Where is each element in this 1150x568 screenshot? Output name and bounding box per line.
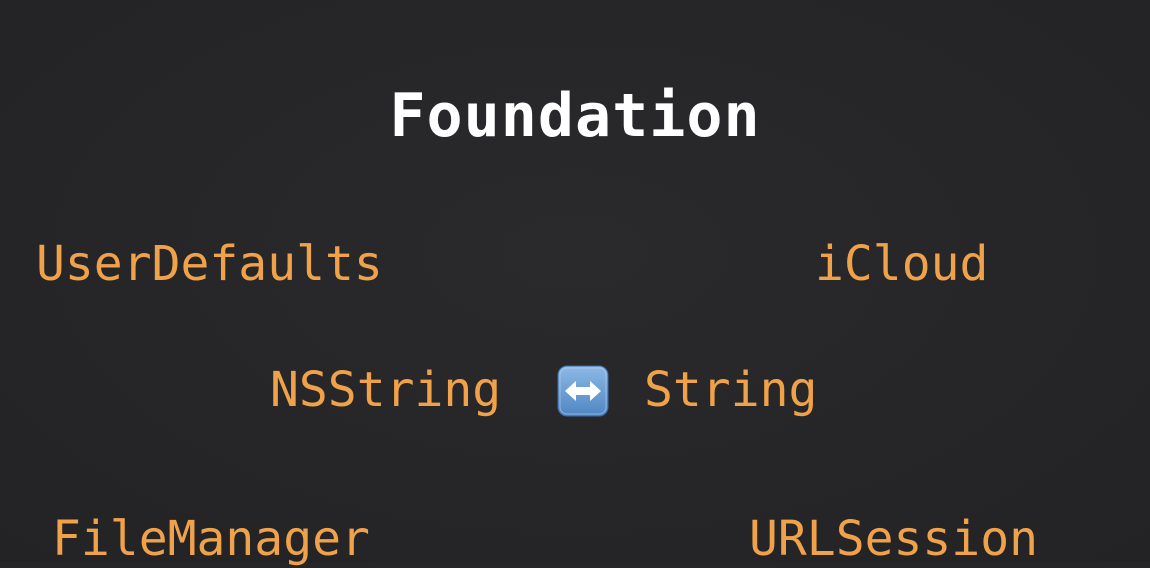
left-right-arrow-icon [557,365,609,417]
term-urlsession: URLSession [749,511,1038,567]
slide-title: Foundation [389,81,761,151]
slide: Foundation UserDefaults iCloud NSString … [0,0,1150,567]
term-filemanager: FileManager [52,511,370,567]
term-string: String [644,362,818,418]
term-icloud: iCloud [815,236,989,292]
term-userdefaults: UserDefaults [36,236,383,292]
term-nsstring: NSString [270,362,502,418]
